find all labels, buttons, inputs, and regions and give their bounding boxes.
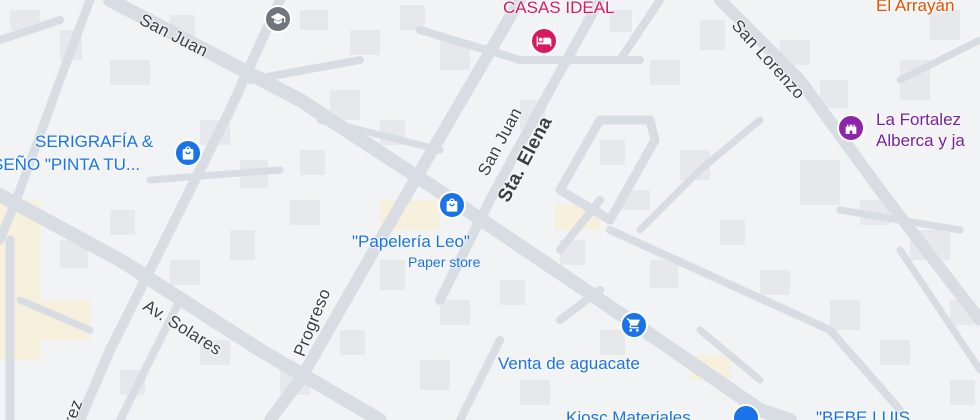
poi-kiosco-materiales-label: Kiosc Materiales [566, 408, 691, 420]
poi-serigrafia-line1: SERIGRAFÍA & [35, 132, 154, 151]
poi-el-arrayan-label[interactable]: El Arrayán [876, 0, 954, 15]
shopping-bag-icon [174, 139, 202, 167]
poi-papeleria-leo-label: "Papelería Leo" [352, 232, 470, 251]
poi-venta-de-aguacate-label: Venta de aguacate [498, 354, 640, 373]
poi-la-fortaleza-line2: Alberca y ja [876, 131, 965, 150]
bed-icon [530, 27, 558, 55]
map-base-layer [0, 0, 980, 420]
poi-casas-ideal-label: CASAS IDEAL [503, 0, 615, 17]
castle-icon [837, 114, 865, 142]
poi-serigrafia-line2: SEÑO "PINTA TU... [0, 155, 141, 174]
shopping-bag-icon [438, 191, 466, 219]
poi-papeleria-leo-category: Paper store [408, 254, 481, 270]
map-canvas[interactable]: San Juan San Juan Sta. Elena San Lorenzo… [0, 0, 980, 420]
shopping-cart-icon [620, 311, 648, 339]
graduation-cap-icon [264, 5, 292, 33]
poi-bebe-luis-label[interactable]: "BEBE LUIS [816, 408, 910, 420]
poi-la-fortaleza-line1: La Fortalez [876, 110, 962, 129]
